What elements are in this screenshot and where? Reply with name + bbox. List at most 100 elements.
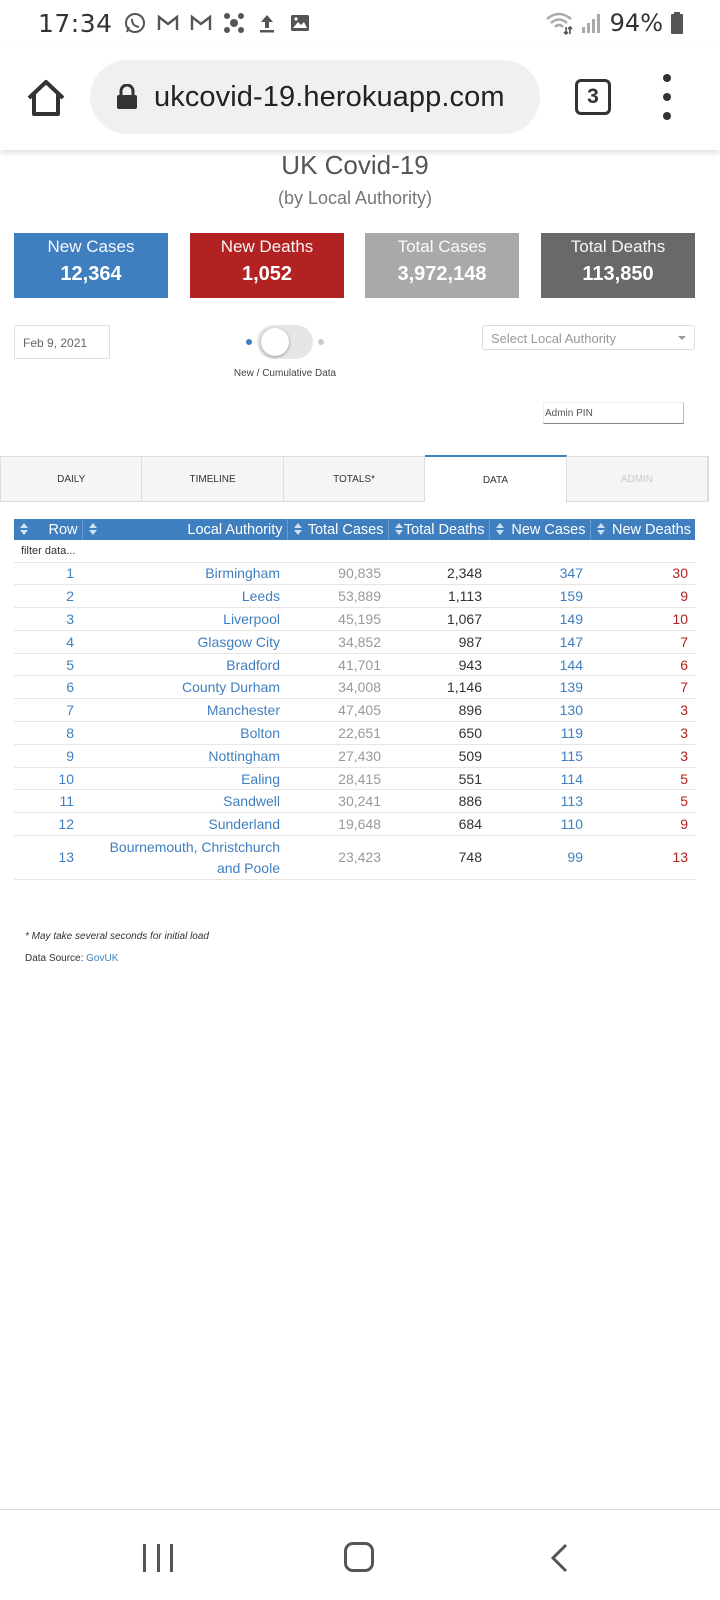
total-cases-card: Total Cases 3,972,148	[365, 233, 519, 298]
new-deaths-label: New Deaths	[220, 237, 314, 256]
table-row: 1 Birmingham 90,835 2,348 347 30	[14, 561, 695, 585]
new-cases-label: New Cases	[47, 237, 135, 256]
system-status: 94%	[544, 9, 684, 37]
wifi-icon	[545, 12, 573, 35]
notification-icons	[123, 11, 312, 35]
cell-local-authority: Bournemouth, Christchurch and Poole	[82, 835, 287, 881]
more-menu-icon[interactable]	[657, 74, 677, 120]
status-bar: 17:34 94%	[0, 0, 720, 46]
data-source-label: Data Source:	[25, 953, 84, 964]
date-picker[interactable]: Feb 9, 2021	[14, 325, 110, 359]
cell-total-deaths: 509	[388, 743, 489, 768]
cell-new-deaths: 7	[590, 629, 695, 654]
total-deaths-label: Total Deaths	[570, 237, 666, 256]
tab-count: 3	[587, 85, 599, 108]
cell-total-deaths: 943	[388, 652, 489, 676]
cell-new-deaths: 30	[590, 561, 695, 585]
cell-total-deaths: 684	[388, 812, 489, 836]
cell-new-deaths: 5	[590, 766, 695, 790]
lock-icon	[117, 84, 137, 109]
cell-local-authority: Nottingham	[82, 743, 287, 768]
cell-row-number: 8	[14, 721, 82, 745]
cell-total-cases: 19,648	[287, 812, 388, 836]
tab-timeline[interactable]: TIMELINE	[142, 457, 284, 501]
image-icon	[290, 15, 309, 31]
view-tabs: DAILY TIMELINE TOTALS* DATA ADMIN	[0, 455, 709, 503]
tab-totals[interactable]: TOTALS*	[284, 457, 426, 501]
table-row: 7 Manchester 47,405 896 130 3	[14, 698, 695, 722]
recents-icon[interactable]	[143, 1544, 173, 1572]
cell-total-cases: 22,651	[287, 721, 388, 745]
cell-total-cases: 41,701	[287, 652, 388, 676]
cell-total-deaths: 896	[388, 698, 489, 722]
new-deaths-card: New Deaths 1,052	[190, 233, 344, 298]
cell-local-authority: Bradford	[82, 652, 287, 676]
tab-data[interactable]: DATA	[425, 455, 567, 503]
signal-icon	[581, 14, 600, 33]
cell-local-authority: Birmingham	[82, 561, 287, 585]
admin-pin-input[interactable]: Admin PIN	[543, 402, 684, 424]
cell-total-deaths: 886	[388, 789, 489, 813]
address-bar[interactable]: ukcovid-19.herokuapp.com	[90, 60, 540, 134]
filter-input[interactable]: filter data...	[14, 540, 695, 562]
cell-row-number: 11	[14, 789, 82, 813]
new-cumulative-toggle[interactable]	[245, 323, 325, 363]
home-button-icon[interactable]	[344, 1542, 374, 1572]
total-cases-label: Total Cases	[397, 237, 487, 256]
cell-total-deaths: 650	[388, 721, 489, 745]
cell-total-deaths: 1,146	[388, 675, 489, 699]
cell-new-deaths: 9	[590, 584, 695, 608]
new-cases-card: New Cases 12,364	[14, 233, 168, 298]
cell-total-cases: 34,008	[287, 675, 388, 699]
url-text: ukcovid-19.herokuapp.com	[154, 80, 505, 113]
tab-switcher-button[interactable]: 3	[575, 79, 611, 115]
column-header-local-authority[interactable]: Local Authority	[82, 519, 288, 540]
cell-new-deaths: 6	[590, 652, 695, 676]
cell-local-authority: Bolton	[82, 721, 287, 745]
cell-new-cases: 149	[489, 607, 590, 631]
cell-total-deaths: 1,067	[388, 607, 489, 631]
cell-new-cases: 347	[489, 561, 590, 585]
column-header-new-deaths[interactable]: New Deaths	[590, 519, 695, 540]
table-row: 8 Bolton 22,651 650 119 3	[14, 721, 695, 745]
cell-new-cases: 114	[489, 766, 590, 790]
cell-new-deaths: 5	[590, 789, 695, 813]
cell-local-authority: Glasgow City	[82, 629, 287, 654]
toggle-knob	[261, 328, 289, 356]
cell-local-authority: Sandwell	[82, 789, 287, 813]
column-header-new-cases[interactable]: New Cases	[489, 519, 591, 540]
home-icon[interactable]	[24, 76, 68, 120]
cell-total-cases: 90,835	[287, 561, 388, 585]
cell-new-deaths: 10	[590, 607, 695, 631]
table-row: 12 Sunderland 19,648 684 110 9	[14, 812, 695, 836]
local-authority-select[interactable]: Select Local Authority	[482, 325, 695, 350]
filter-row: filter data...	[14, 540, 695, 562]
cell-new-cases: 144	[489, 652, 590, 676]
cell-new-deaths: 9	[590, 812, 695, 836]
battery-percentage: 94%	[609, 9, 663, 37]
load-footnote: * May take several seconds for initial l…	[25, 931, 209, 942]
table-row: 4 Glasgow City 34,852 987 147 7	[14, 629, 695, 654]
cell-total-deaths: 1,113	[388, 584, 489, 608]
cell-total-cases: 47,405	[287, 698, 388, 722]
data-source: Data Source: GovUK	[25, 953, 118, 964]
column-header-total-cases[interactable]: Total Cases	[287, 519, 389, 540]
cell-new-cases: 130	[489, 698, 590, 722]
cell-row-number: 12	[14, 812, 82, 836]
cell-row-number: 5	[14, 652, 82, 676]
cell-total-cases: 27,430	[287, 743, 388, 768]
cell-row-number: 13	[14, 835, 82, 881]
tab-daily[interactable]: DAILY	[1, 457, 143, 501]
battery-icon	[671, 12, 683, 34]
upload-icon	[259, 15, 274, 33]
cell-new-deaths: 3	[590, 743, 695, 768]
table-row: 2 Leeds 53,889 1,113 159 9	[14, 584, 695, 608]
column-header-total-deaths[interactable]: Total Deaths	[388, 519, 490, 540]
back-icon[interactable]	[548, 1542, 572, 1574]
column-header-row[interactable]: Row	[14, 519, 83, 540]
cell-total-deaths: 2,348	[388, 561, 489, 585]
cell-total-cases: 53,889	[287, 584, 388, 608]
cell-new-cases: 99	[489, 835, 590, 881]
data-source-link[interactable]: GovUK	[86, 953, 118, 964]
table-row: 10 Ealing 28,415 551 114 5	[14, 766, 695, 790]
